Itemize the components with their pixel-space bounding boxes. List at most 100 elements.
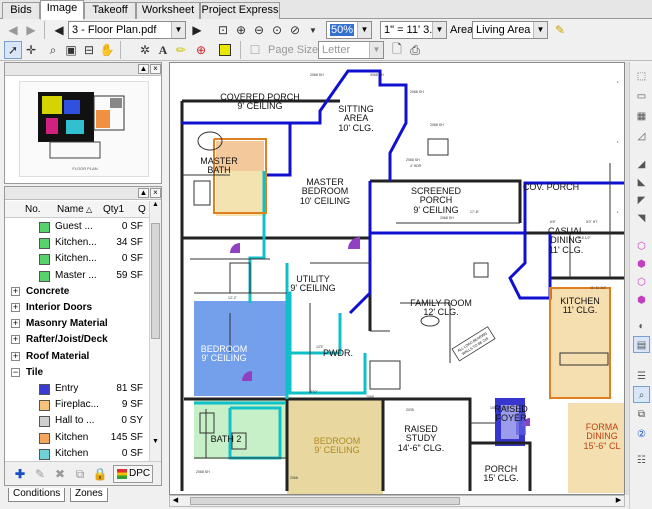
back-icon[interactable]: ◀ (4, 21, 22, 39)
crosshair-icon[interactable]: ✛ (22, 41, 40, 59)
condition-row[interactable]: Kitchen... 0 SF (5, 251, 149, 267)
page-select[interactable]: 3 - Floor Plan.pdf ▼ (68, 21, 186, 39)
highlighter-icon[interactable]: ✏ (172, 41, 190, 59)
tab-bids[interactable]: Bids (2, 2, 40, 19)
new-page-icon[interactable]: 🗋 (388, 41, 406, 59)
forward-icon[interactable]: ▶ (22, 21, 40, 39)
column-name[interactable]: Name (57, 204, 84, 215)
layer-icon[interactable]: ▤ (633, 336, 650, 353)
column-no[interactable]: No. (25, 204, 41, 215)
wand-icon[interactable]: ✎ (551, 21, 569, 39)
edit-condition-icon[interactable]: ✎ (31, 465, 49, 483)
shape-cut-icon[interactable]: ⬢ (633, 256, 650, 273)
expand-icon[interactable]: + (11, 319, 20, 329)
expand-icon[interactable]: + (11, 335, 20, 345)
notes-icon[interactable]: ☷ (633, 452, 650, 469)
shape-split-icon[interactable]: ⬢ (633, 292, 650, 309)
close-icon[interactable]: × (150, 188, 161, 198)
condition-row[interactable]: Guest ... 0 SF (5, 219, 149, 235)
print-icon[interactable]: ⎙ (406, 41, 424, 59)
add-condition-icon[interactable]: ✚ (11, 465, 29, 483)
select-area-icon[interactable]: ⬚ (633, 68, 650, 85)
collapse-icon[interactable]: − (11, 367, 20, 377)
area-select[interactable]: Living Area ▼ (472, 21, 548, 39)
tab-takeoff[interactable]: Takeoff (84, 2, 136, 19)
scroll-up-icon[interactable]: ▲ (150, 201, 161, 212)
grid-icon[interactable]: ▦ (633, 108, 650, 125)
zoom-window-icon[interactable]: ⊘ (286, 21, 304, 39)
collapse-icon[interactable]: ▲ (138, 188, 149, 198)
condition-group[interactable]: + Roof Material (5, 349, 149, 365)
stamp-icon[interactable]: ⊕ (192, 41, 210, 59)
tab-image[interactable]: Image (40, 0, 84, 20)
condition-row[interactable]: Kitchen 0 SF (5, 446, 149, 462)
condition-group[interactable]: + Masonry Material (5, 316, 149, 332)
condition-group[interactable]: + Rafter/Joist/Deck (5, 332, 149, 348)
slope3-icon[interactable]: ◤ (633, 192, 650, 209)
slope-icon[interactable]: ◢ (633, 156, 650, 173)
close-icon[interactable]: × (150, 64, 161, 74)
column-q[interactable]: Q (138, 204, 146, 215)
conditions-scrollbar[interactable]: ▲ ▼ (149, 201, 161, 485)
slope4-icon[interactable]: ◥ (633, 210, 650, 227)
sparkle-icon[interactable]: ✲ (136, 41, 154, 59)
condition-row[interactable]: Master ... 59 SF (5, 268, 149, 284)
scroll-left-icon[interactable]: ◀ (170, 496, 181, 506)
color-swatch-icon[interactable] (216, 41, 234, 59)
scroll-thumb[interactable] (151, 223, 160, 339)
zoom-out-icon[interactable]: ⊖ (250, 21, 268, 39)
delete-condition-icon[interactable]: ✖ (51, 465, 69, 483)
pages-icon[interactable]: ⧉ (633, 406, 650, 423)
zoom-in-icon[interactable]: ⊕ (232, 21, 250, 39)
expand-icon[interactable]: + (11, 286, 20, 296)
condition-group[interactable]: − Tile (5, 365, 149, 381)
lock-condition-icon[interactable]: 🔒 (91, 465, 109, 483)
condition-row[interactable]: Kitchen 145 SF (5, 430, 149, 446)
tab-worksheet[interactable]: Worksheet (136, 2, 200, 19)
next-page-icon[interactable]: ▶ (188, 21, 206, 39)
tab-conditions[interactable]: Conditions (8, 488, 66, 502)
scroll-thumb[interactable] (190, 497, 460, 505)
magnify-icon[interactable]: ⌕ (44, 41, 62, 59)
condition-row[interactable]: Fireplac... 9 SF (5, 397, 149, 413)
zoom-menu-icon[interactable]: ▼ (304, 21, 322, 39)
expand-icon[interactable]: + (11, 303, 20, 312)
shape-merge-icon[interactable]: ⬡ (633, 274, 650, 291)
zoom-select[interactable]: 50% ▼ (326, 21, 372, 39)
rectangle-icon[interactable]: ▭ (633, 88, 650, 105)
pan-hand-icon[interactable]: ✋ (98, 41, 116, 59)
condition-group[interactable]: + Interior Doors (5, 300, 149, 316)
tab-zones[interactable]: Zones (70, 488, 108, 502)
slope2-icon[interactable]: ◣ (633, 174, 650, 191)
condition-row[interactable]: Hall to ... 0 SY (5, 413, 149, 429)
shape-add-icon[interactable]: ⬡ (633, 238, 650, 255)
canvas-horizontal-scrollbar[interactable]: ◀ ▶ (169, 495, 625, 507)
scroll-down-icon[interactable]: ▼ (150, 438, 161, 449)
copy-condition-icon[interactable]: ⧉ (71, 465, 89, 483)
drawing-canvas[interactable]: ALL LOAD BEARING WALLS TO BE 2x6 2068 SH… (169, 62, 625, 495)
collapse-icon[interactable]: ▲ (138, 64, 149, 74)
condition-row[interactable]: Entry 81 SF (5, 381, 149, 397)
zoom-box-icon[interactable]: ▣ (62, 41, 80, 59)
previous-page-icon[interactable]: ◀ (50, 21, 68, 39)
measure-icon[interactable]: ◿ (633, 128, 650, 145)
column-qty1[interactable]: Qty1 (103, 204, 124, 215)
zoom-rect-icon[interactable]: ⊟ (80, 41, 98, 59)
expand-icon[interactable]: + (11, 351, 20, 361)
list-view-icon[interactable]: ☰ (633, 368, 650, 385)
page-size-select[interactable]: Letter ▼ (318, 41, 384, 59)
search-icon[interactable]: ⌕ (633, 386, 650, 403)
page-thumbnail[interactable]: FLOOR PLAN (19, 81, 149, 177)
scroll-right-icon[interactable]: ▶ (613, 496, 624, 506)
select-arrow-icon[interactable]: ➚ (4, 41, 22, 59)
checkbox-icon[interactable]: ☐ (246, 41, 264, 59)
condition-group[interactable]: + Concrete (5, 284, 149, 300)
text-icon[interactable]: A (154, 41, 172, 59)
contrast-icon[interactable]: ◐ (633, 318, 650, 335)
tab-project-express[interactable]: Project Express (200, 2, 280, 19)
dpc-button[interactable]: DPC (113, 465, 153, 483)
zoom-actual-icon[interactable]: ⊙ (268, 21, 286, 39)
fit-page-icon[interactable]: ⊡ (214, 21, 232, 39)
scale-select[interactable]: 1" = 11' 3.18 ▼ (380, 21, 447, 39)
page-two-icon[interactable]: ② (633, 426, 650, 443)
